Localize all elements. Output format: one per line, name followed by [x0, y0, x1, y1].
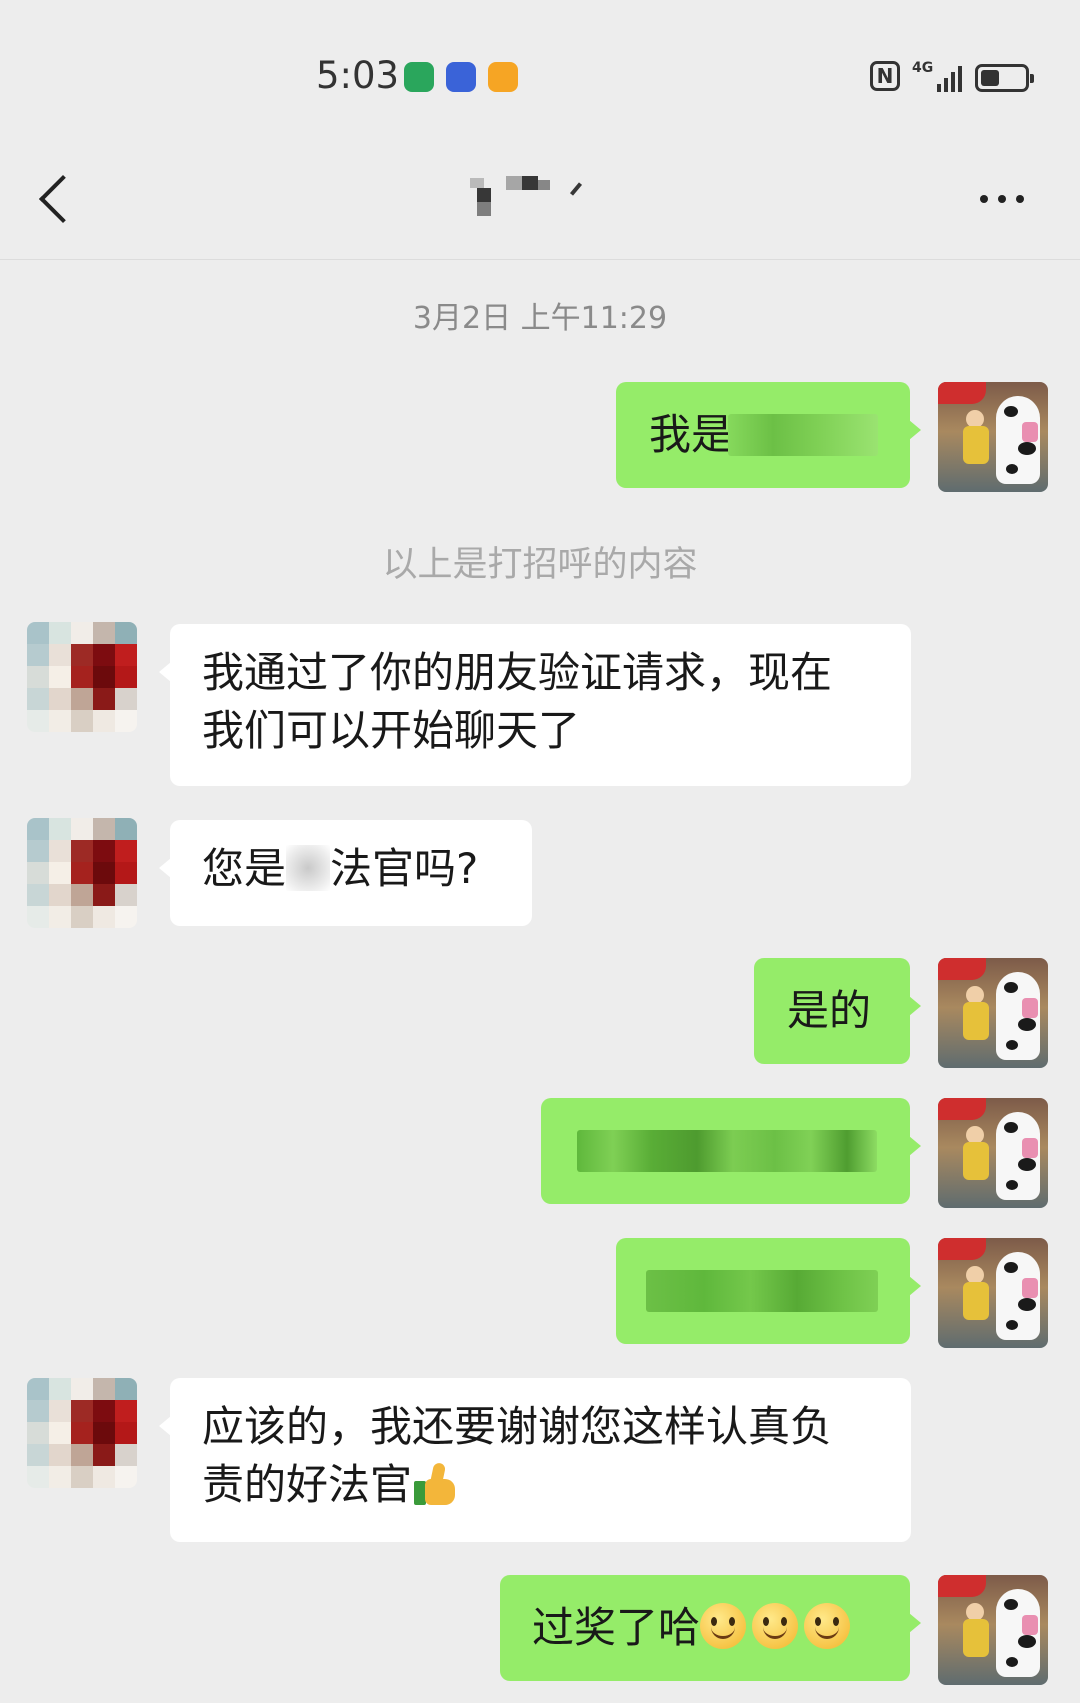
- status-time: 5:03: [316, 54, 400, 97]
- redacted-text: [728, 414, 878, 456]
- chat-title-redacted: [470, 168, 610, 228]
- self-avatar[interactable]: [938, 382, 1048, 492]
- cup-app-icon: [488, 62, 518, 92]
- message-bubble-contact[interactable]: 我通过了你的朋友验证请求，现在 我们可以开始聊天了: [159, 624, 911, 786]
- signal-icon: [937, 64, 963, 92]
- chat-app-icon: [404, 62, 434, 92]
- message-bubble-self-redacted[interactable]: [541, 1098, 921, 1204]
- more-dots-icon: [980, 195, 988, 203]
- message-text: 过奖了哈: [532, 1603, 701, 1652]
- thumbs-up-icon: [412, 1461, 458, 1507]
- message-text: 我是: [649, 410, 734, 459]
- contact-avatar[interactable]: [27, 622, 137, 732]
- message-text: 我通过了你的朋友验证请求，现在 我们可以开始聊天了: [202, 648, 833, 755]
- message-bubble-self-redacted[interactable]: [616, 1238, 921, 1344]
- status-bar: 5:03 N 4G: [0, 0, 1080, 150]
- self-avatar[interactable]: [938, 958, 1048, 1068]
- redacted-text: [286, 845, 331, 891]
- self-avatar[interactable]: [938, 1098, 1048, 1208]
- smile-emoji-icon: [804, 1603, 851, 1649]
- message-text: 是的: [787, 986, 872, 1035]
- message-bubble-contact[interactable]: 应该的，我还要谢谢您这样认真负 责的好法官: [159, 1378, 911, 1542]
- chat-header: [0, 150, 1080, 260]
- more-options-button[interactable]: [972, 168, 1032, 228]
- self-avatar[interactable]: [938, 1238, 1048, 1348]
- network-type-label: 4G: [912, 60, 934, 76]
- smile-emoji-icon: [752, 1603, 799, 1649]
- message-text-before: 您是: [202, 844, 287, 893]
- message-bubble-self[interactable]: 过奖了哈: [500, 1575, 921, 1681]
- contact-avatar[interactable]: [27, 1378, 137, 1488]
- back-button[interactable]: [30, 168, 90, 228]
- message-bubble-self[interactable]: 是的: [754, 958, 921, 1064]
- music-app-icon: [446, 62, 476, 92]
- greeting-note: 以上是打招呼的内容: [382, 545, 698, 585]
- smile-emoji-icon: [700, 1603, 747, 1649]
- message-text: 应该的，我还要谢谢您这样认真负 责的好法官: [202, 1402, 833, 1509]
- contact-avatar[interactable]: [27, 818, 137, 928]
- nfc-icon: N: [870, 61, 900, 91]
- timestamp-divider: 3月2日 上午11:29: [412, 301, 668, 336]
- redacted-text: [646, 1270, 878, 1312]
- message-text-after: 法官吗?: [330, 844, 479, 893]
- message-bubble-self[interactable]: 我是: [616, 382, 921, 488]
- redacted-text: [577, 1130, 877, 1172]
- self-avatar[interactable]: [938, 1575, 1048, 1685]
- message-bubble-contact[interactable]: 您是 法官吗?: [159, 820, 532, 926]
- battery-icon: [975, 64, 1034, 92]
